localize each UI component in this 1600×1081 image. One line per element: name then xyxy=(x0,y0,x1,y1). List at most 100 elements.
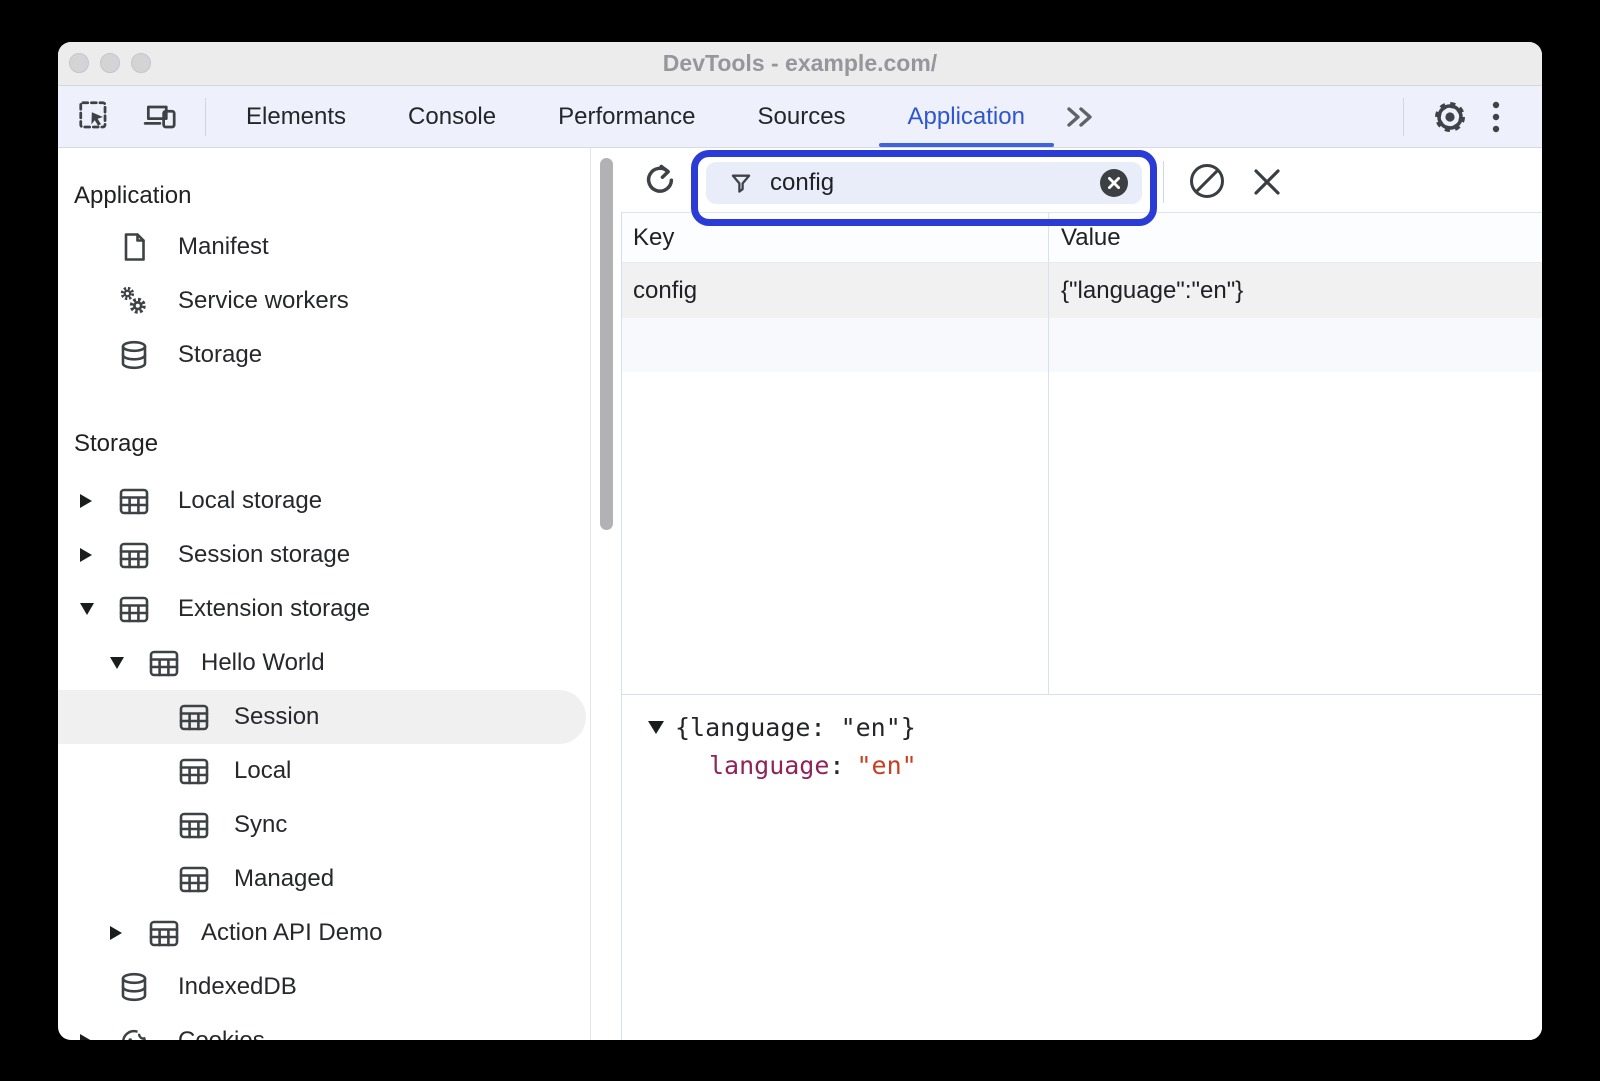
application-sidebar: Application Manifest xyxy=(58,148,591,1040)
table-icon xyxy=(178,755,210,787)
table-icon xyxy=(178,863,210,895)
tabbar-separator xyxy=(205,98,206,136)
sidebar-item-hello-world[interactable]: Hello World xyxy=(58,636,590,690)
column-header-key[interactable]: Key xyxy=(622,213,1049,262)
inspect-cursor-icon xyxy=(76,98,114,136)
tab-application[interactable]: Application xyxy=(877,86,1056,147)
sidebar-item-local[interactable]: Local xyxy=(58,744,590,798)
sidebar-item-action-api-demo[interactable]: Action API Demo xyxy=(58,906,590,960)
table-icon xyxy=(148,917,180,949)
grid-row-empty[interactable] xyxy=(622,318,1542,372)
gear-icon xyxy=(1430,97,1470,137)
property-colon: : xyxy=(829,751,844,780)
grid-header-row: Key Value xyxy=(622,213,1542,263)
table-icon xyxy=(148,647,180,679)
expander-expanded-icon[interactable] xyxy=(80,603,94,615)
clear-filter-button[interactable] xyxy=(1099,168,1129,198)
tabbar-right-separator xyxy=(1403,98,1404,136)
panel-tabs: Elements Console Performance Sources App… xyxy=(215,86,1056,147)
sidebar-item-label: Service workers xyxy=(178,287,349,315)
sidebar-scroll-gutter xyxy=(591,148,621,1040)
filter-input[interactable] xyxy=(768,168,1022,198)
storage-items-grid: Key Value config {"language":"en"} xyxy=(621,213,1542,695)
sidebar-item-label: Session storage xyxy=(178,541,350,569)
database-icon xyxy=(118,339,150,371)
sidebar-item-label: Extension storage xyxy=(178,595,370,623)
chevron-double-right-icon xyxy=(1062,102,1096,132)
sidebar-item-label: Local xyxy=(234,757,291,785)
sidebar-item-extension-storage[interactable]: Extension storage xyxy=(58,582,590,636)
sidebar-item-label: Local storage xyxy=(178,487,322,515)
grid-cell-key[interactable]: config xyxy=(622,263,1049,318)
value-preview-pane: {language: "en"} language: "en" xyxy=(621,695,1542,1040)
column-header-value[interactable]: Value xyxy=(1049,213,1542,262)
screenshot-stage: DevTools - example.com/ xyxy=(0,0,1600,1081)
cookie-icon xyxy=(118,1025,150,1040)
sidebar-item-local-storage[interactable]: Local storage xyxy=(58,474,590,528)
more-options-button[interactable] xyxy=(1476,97,1516,137)
sidebar-item-service-workers[interactable]: Service workers xyxy=(58,274,590,328)
settings-button[interactable] xyxy=(1430,97,1470,137)
preview-root-text: {language: "en"} xyxy=(675,713,916,742)
sidebar-item-session-storage[interactable]: Session storage xyxy=(58,528,590,582)
table-icon xyxy=(118,485,150,517)
clear-all-button[interactable] xyxy=(1187,161,1227,201)
sidebar-item-cookies[interactable]: Cookies xyxy=(58,1014,590,1040)
tabbar-right-controls xyxy=(1403,97,1542,137)
devtools-body: Application Manifest xyxy=(58,148,1542,1040)
expander-collapsed-icon[interactable] xyxy=(80,494,94,508)
devtools-tabbar: Elements Console Performance Sources App… xyxy=(58,86,1542,148)
sidebar-item-label: Sync xyxy=(234,811,287,839)
delete-selected-button[interactable] xyxy=(1250,165,1284,199)
sidebar-item-session[interactable]: Session xyxy=(58,690,586,744)
sidebar-item-manifest[interactable]: Manifest xyxy=(58,220,590,274)
sidebar-item-label: Session xyxy=(234,703,319,731)
sidebar-item-label: Manifest xyxy=(178,233,269,261)
sidebar-scrollbar-thumb[interactable] xyxy=(600,158,613,530)
sidebar-item-label: Hello World xyxy=(201,649,325,677)
tab-console[interactable]: Console xyxy=(377,86,527,147)
document-icon xyxy=(118,231,150,263)
grid-row-config[interactable]: config {"language":"en"} xyxy=(622,263,1542,318)
property-value: "en" xyxy=(856,751,916,780)
device-toolbar-button[interactable] xyxy=(141,97,181,137)
sidebar-item-storage[interactable]: Storage xyxy=(58,328,590,382)
preview-root-line[interactable]: {language: "en"} xyxy=(622,709,1542,745)
sidebar-section-application: Application xyxy=(58,172,590,220)
refresh-icon xyxy=(643,162,681,200)
filter-field[interactable] xyxy=(706,162,1142,204)
sidebar-section-storage: Storage xyxy=(58,420,590,468)
titlebar: DevTools - example.com/ xyxy=(58,42,1542,86)
block-circle-slash-icon xyxy=(1187,161,1227,201)
sidebar-item-indexeddb[interactable]: IndexedDB xyxy=(58,960,590,1014)
device-toolbar-icon xyxy=(142,98,180,136)
sidebar-item-sync[interactable]: Sync xyxy=(58,798,590,852)
tab-sources[interactable]: Sources xyxy=(727,86,877,147)
more-tabs-button[interactable] xyxy=(1062,102,1096,132)
tab-performance[interactable]: Performance xyxy=(527,86,726,147)
extension-storage-panel: Key Value config {"language":"en"} xyxy=(621,148,1542,1040)
sidebar-item-label: Managed xyxy=(234,865,334,893)
expander-collapsed-icon[interactable] xyxy=(80,1034,94,1040)
inspect-element-button[interactable] xyxy=(75,97,115,137)
sidebar-item-managed[interactable]: Managed xyxy=(58,852,590,906)
table-icon xyxy=(118,539,150,571)
table-icon xyxy=(178,809,210,841)
window-title: DevTools - example.com/ xyxy=(58,42,1542,85)
expander-expanded-icon[interactable] xyxy=(110,657,124,669)
grid-cell-value[interactable]: {"language":"en"} xyxy=(1049,263,1542,318)
grid-filler-area xyxy=(622,372,1542,694)
x-icon xyxy=(1250,165,1284,199)
expander-expanded-icon[interactable] xyxy=(648,721,664,734)
property-name: language xyxy=(709,751,829,780)
preview-property-line[interactable]: language: "en" xyxy=(622,745,1542,785)
sidebar-item-label: IndexedDB xyxy=(178,973,297,1001)
gears-icon xyxy=(118,285,150,317)
expander-collapsed-icon[interactable] xyxy=(80,548,94,562)
devtools-window: DevTools - example.com/ xyxy=(58,42,1542,1040)
refresh-button[interactable] xyxy=(643,162,681,200)
expander-collapsed-icon[interactable] xyxy=(110,926,124,940)
three-dot-menu-icon xyxy=(1491,100,1501,134)
filter-funnel-icon xyxy=(728,170,754,196)
tab-elements[interactable]: Elements xyxy=(215,86,377,147)
